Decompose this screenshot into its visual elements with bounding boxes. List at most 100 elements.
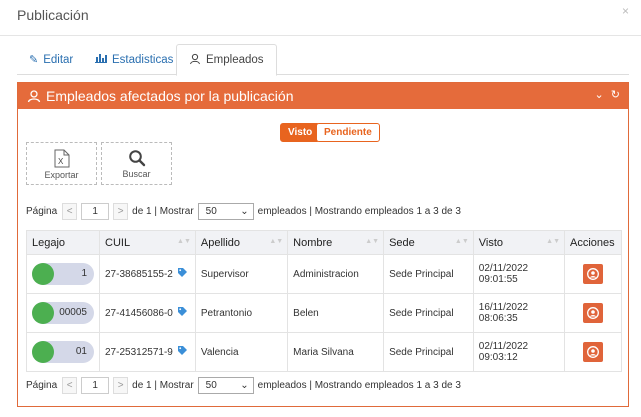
panel-tools-icons[interactable]: ⌄ ↻ [595, 88, 623, 101]
chevron-down-icon: ⌄ [240, 205, 249, 217]
employees-panel: Empleados afectados por la publicación ⌄… [17, 82, 629, 407]
tab-label: Empleados [206, 54, 264, 66]
users-icon [189, 53, 201, 68]
col-nombre[interactable]: Nombre ▲▼ [287, 230, 385, 255]
per-page-select[interactable]: 50 ⌄ [197, 202, 254, 220]
panel-header: Empleados afectados por la publicación ⌄… [18, 83, 628, 109]
cell-acciones [564, 254, 622, 294]
users-icon [27, 90, 41, 103]
filter-visto-button[interactable]: Visto [280, 123, 321, 142]
next-page-button[interactable]: > [113, 376, 129, 394]
chevron-down-icon: ⌄ [240, 379, 249, 391]
cell-apellido: Petrantonio [194, 293, 289, 333]
cell-nombre: Maria Silvana [287, 332, 385, 372]
tab-editar[interactable]: ✎ Editar [17, 44, 85, 75]
svg-text:X: X [58, 157, 64, 166]
modal-title: Publicación [17, 7, 89, 23]
avatar [32, 263, 54, 285]
filter-pendiente-button[interactable]: Pendiente [316, 123, 380, 142]
cell-visto: 16/11/2022 08:06:35 [472, 293, 566, 333]
excel-icon: X [54, 149, 69, 168]
table-row: 1 27-38685155-2 Supervisor Administracio… [26, 254, 622, 294]
pagina-label: Página [26, 205, 58, 217]
panel-title: Empleados afectados por la publicación [46, 88, 294, 104]
col-sede[interactable]: Sede ▲▼ [383, 230, 474, 255]
tab-label: Estadisticas [112, 53, 174, 66]
cell-legajo: 00005 [26, 293, 100, 333]
cell-legajo: 1 [26, 254, 100, 294]
modal-header: Publicación × [0, 0, 641, 36]
cell-visto: 02/11/2022 09:01:55 [472, 254, 566, 294]
user-profile-button[interactable] [583, 264, 604, 284]
search-label: Buscar [122, 169, 151, 179]
close-icon[interactable]: × [622, 4, 629, 18]
legajo-badge: 01 [32, 341, 94, 363]
user-icon [587, 346, 599, 358]
per-page-select[interactable]: 50 ⌄ [197, 376, 254, 394]
employees-table: Legajo CUIL ▲▼ Apellido ▲▼ Nombre ▲▼ Sede ▲▼… [26, 230, 622, 372]
cell-sede: Sede Principal [383, 332, 474, 372]
page-count-label: de 1 | Mostrar [132, 379, 194, 391]
cell-nombre: Administracion [287, 254, 385, 294]
summary-label: empleados | Mostrando empleados 1 a 3 de… [257, 205, 461, 217]
user-profile-button[interactable] [583, 342, 604, 362]
cell-sede: Sede Principal [383, 293, 474, 333]
tab-empleados[interactable]: Empleados [176, 44, 277, 76]
user-icon [587, 307, 599, 319]
search-icon [128, 150, 145, 167]
page-input[interactable]: 1 [81, 202, 110, 220]
pencil-icon: ✎ [29, 54, 39, 66]
col-legajo[interactable]: Legajo [26, 230, 100, 255]
cell-apellido: Supervisor [194, 254, 289, 294]
table-row: 00005 27-41456086-0 Petrantonio Belen Se… [26, 293, 622, 333]
export-label: Exportar [44, 170, 79, 180]
cell-sede: Sede Principal [383, 254, 474, 294]
cell-cuil: 27-25312571-9 [99, 332, 196, 372]
cell-legajo: 01 [26, 332, 100, 372]
col-apellido[interactable]: Apellido ▲▼ [194, 230, 289, 255]
prev-page-button[interactable]: < [62, 202, 78, 220]
col-acciones: Acciones [564, 230, 622, 255]
pagination-bottom: Página < 1 > de 1 | Mostrar 50 ⌄ empleado… [26, 376, 461, 394]
tag-icon[interactable] [177, 307, 187, 316]
export-button[interactable]: X Exportar [26, 142, 97, 185]
bar-chart-icon [95, 53, 107, 66]
tag-icon[interactable] [177, 268, 187, 277]
table-row: 01 27-25312571-9 Valencia Maria Silvana … [26, 332, 622, 372]
page-input[interactable]: 1 [81, 376, 110, 394]
pagination-top: Página < 1 > de 1 | Mostrar 50 ⌄ empleado… [26, 202, 461, 220]
tab-bar: ✎ Editar Estadisticas Empleados [17, 44, 629, 76]
tab-estadisticas[interactable]: Estadisticas [83, 44, 185, 75]
prev-page-button[interactable]: < [62, 376, 78, 394]
tab-label: Editar [43, 53, 74, 66]
search-button[interactable]: Buscar [101, 142, 172, 185]
cell-acciones [564, 293, 622, 333]
cell-acciones [564, 332, 622, 372]
tag-icon[interactable] [177, 346, 187, 355]
pagina-label: Página [26, 379, 58, 391]
per-page-value: 50 [205, 205, 217, 217]
sort-icon: ▲▼ [365, 238, 380, 245]
summary-label: empleados | Mostrando empleados 1 a 3 de… [257, 379, 461, 391]
next-page-button[interactable]: > [113, 202, 129, 220]
per-page-value: 50 [205, 379, 217, 391]
sort-icon: ▲▼ [269, 238, 284, 245]
cell-cuil: 27-38685155-2 [99, 254, 196, 294]
sort-icon: ▲▼ [177, 238, 191, 245]
cell-apellido: Valencia [194, 332, 289, 372]
cell-cuil: 27-41456086-0 [99, 293, 196, 333]
col-visto[interactable]: Visto ▲▼ [472, 230, 566, 255]
avatar [32, 302, 54, 324]
user-icon [587, 268, 599, 280]
legajo-badge: 00005 [32, 302, 94, 324]
cell-visto: 02/11/2022 09:03:12 [472, 332, 566, 372]
table-header-row: Legajo CUIL ▲▼ Apellido ▲▼ Nombre ▲▼ Sede ▲▼… [26, 230, 622, 255]
user-profile-button[interactable] [583, 303, 604, 323]
legajo-badge: 1 [32, 263, 94, 285]
col-cuil[interactable]: CUIL ▲▼ [99, 230, 196, 255]
sort-icon: ▲▼ [546, 238, 561, 245]
page-count-label: de 1 | Mostrar [132, 205, 194, 217]
cell-nombre: Belen [287, 293, 385, 333]
avatar [32, 341, 54, 363]
sort-icon: ▲▼ [454, 238, 469, 245]
